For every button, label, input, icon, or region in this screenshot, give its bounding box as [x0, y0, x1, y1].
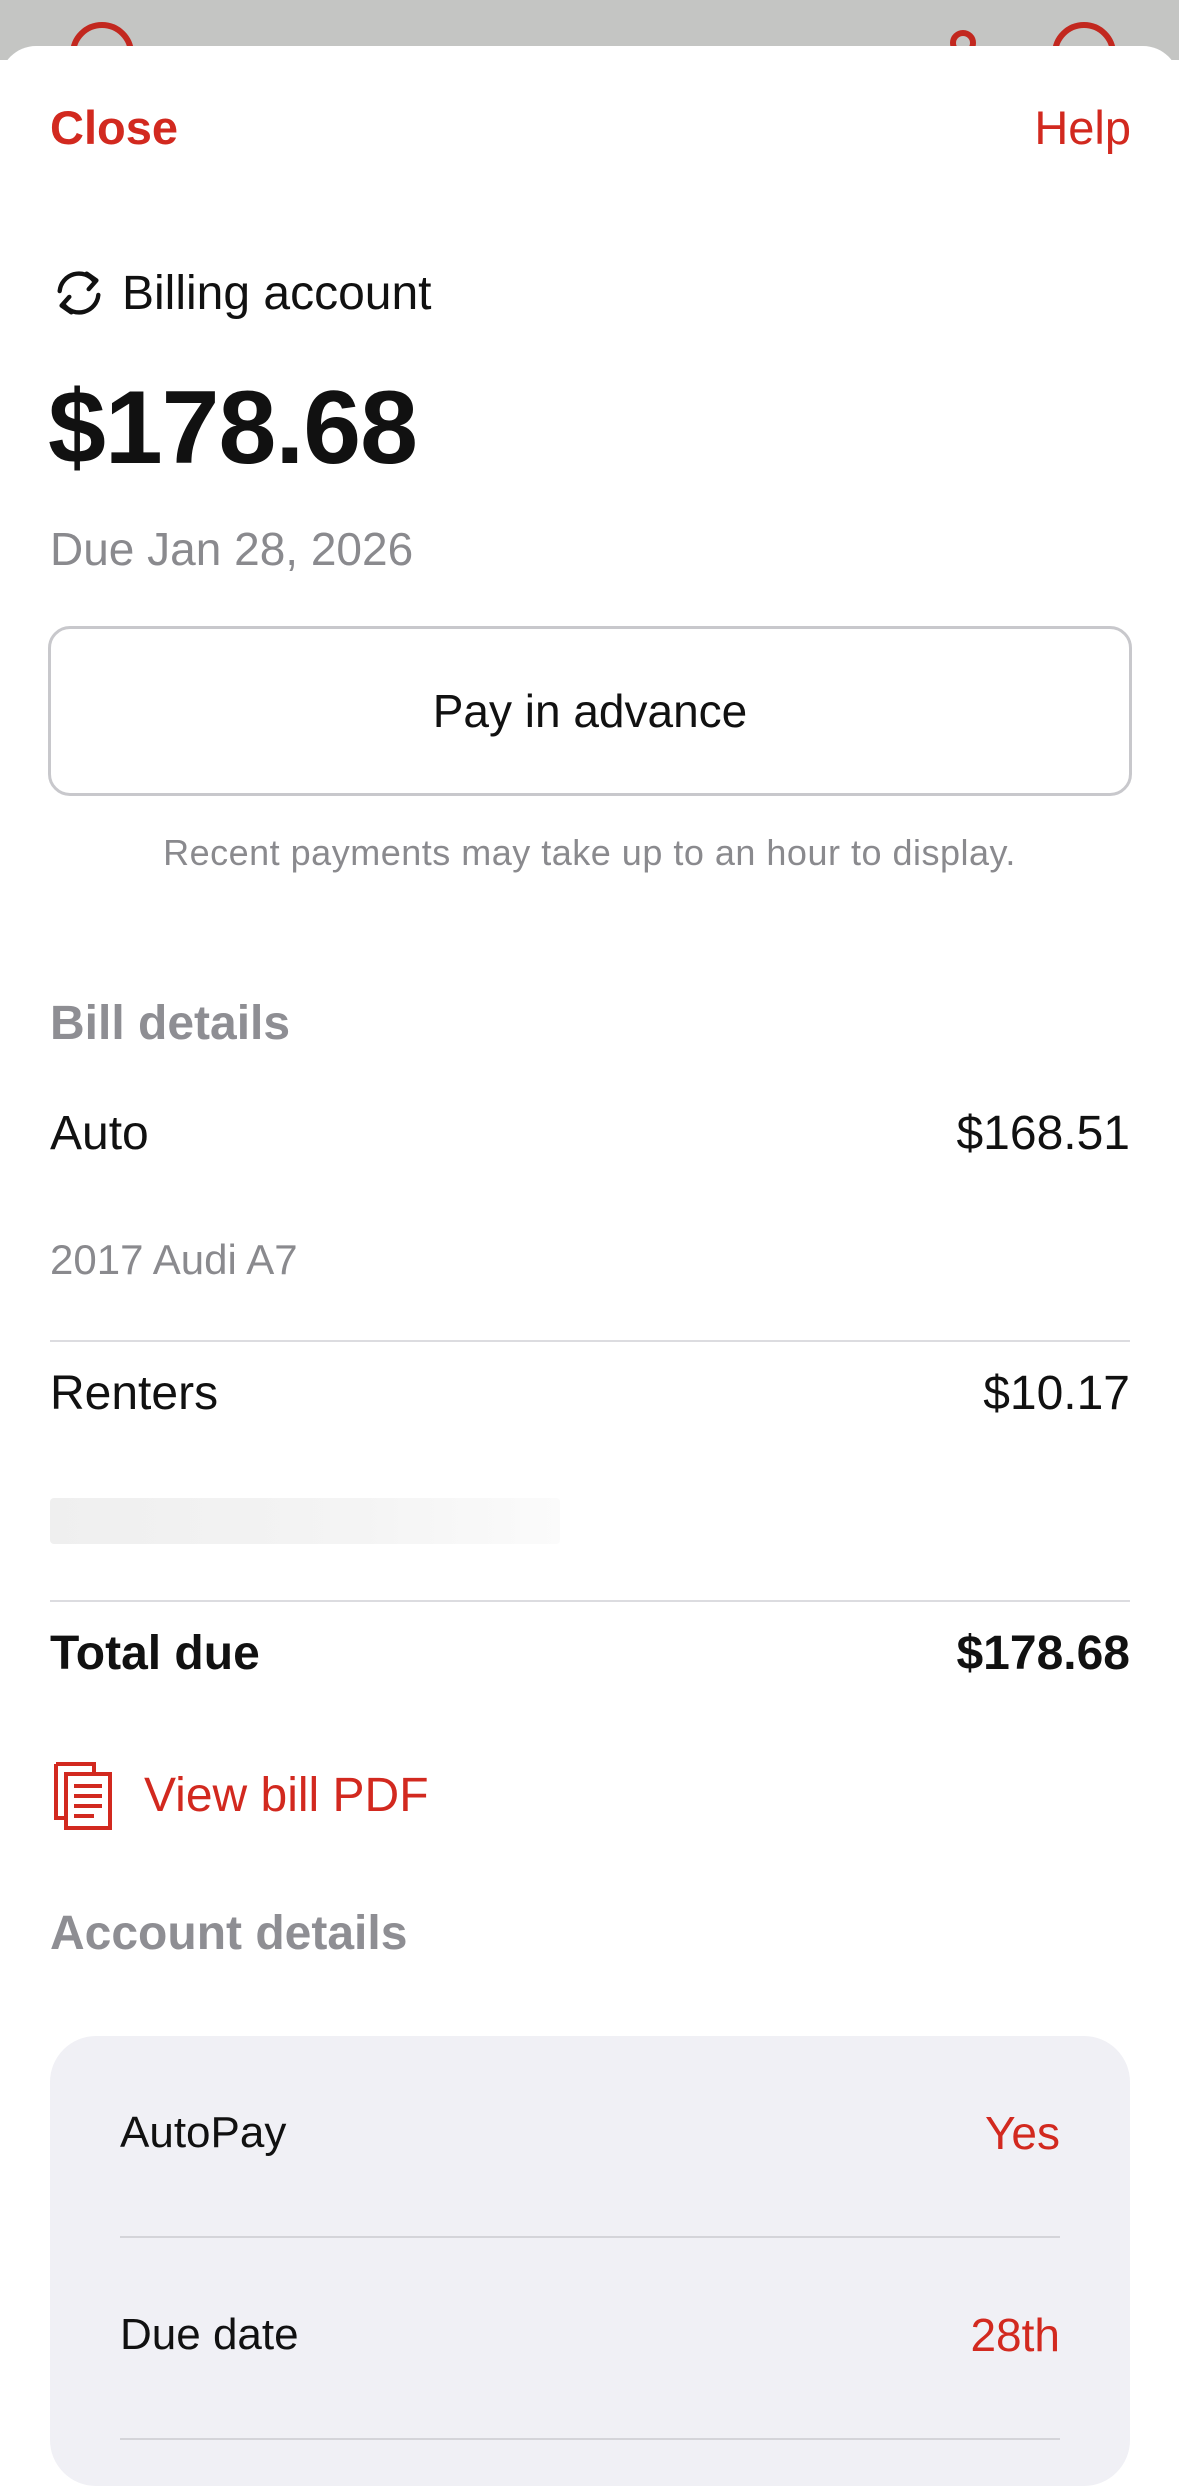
bill-details-heading: Bill details [50, 997, 291, 1050]
bill-line-label: Renters [50, 1367, 219, 1420]
total-due-row: Total due $178.68 [50, 1626, 1130, 1681]
divider [120, 2236, 1060, 2238]
vehicle-name: 2017 Audi A7 [50, 1236, 298, 1283]
autopay-label: AutoPay [120, 2108, 287, 2157]
billing-account-header: Billing account [50, 264, 432, 322]
total-due-label: Total due [50, 1627, 260, 1680]
pay-in-advance-button[interactable]: Pay in advance [48, 626, 1132, 796]
total-due-amount: $178.68 [956, 1627, 1130, 1680]
due-date-row[interactable]: Due date 28th [120, 2308, 1060, 2362]
account-details-card: AutoPay Yes Due date 28th [50, 2036, 1130, 2486]
bill-line-label: Auto [50, 1107, 149, 1160]
document-icon [54, 1762, 112, 1830]
due-date-label: Due date [120, 2310, 299, 2359]
divider [50, 1340, 1130, 1342]
view-bill-pdf-label: View bill PDF [144, 1768, 429, 1822]
bill-line-auto: Auto $168.51 [50, 1106, 1130, 1161]
bill-line-amount: $168.51 [956, 1107, 1130, 1160]
billing-sheet: Close Help Billing account $178.68 Due J… [0, 46, 1179, 2486]
divider [50, 1600, 1130, 1602]
divider [120, 2438, 1060, 2440]
balance-amount: $178.68 [48, 370, 418, 486]
autopay-row[interactable]: AutoPay Yes [120, 2106, 1060, 2160]
redacted-address [50, 1498, 560, 1544]
bill-line-amount: $10.17 [983, 1367, 1130, 1420]
close-button[interactable]: Close [50, 104, 178, 151]
billing-account-title: Billing account [122, 266, 432, 320]
due-date-text: Due Jan 28, 2026 [50, 523, 414, 575]
refresh-cycle-icon [57, 271, 101, 315]
account-details-heading: Account details [50, 1907, 408, 1960]
bill-line-renters: Renters $10.17 [50, 1366, 1130, 1421]
due-date-value: 28th [970, 2309, 1060, 2361]
autopay-value: Yes [984, 2107, 1060, 2159]
help-button[interactable]: Help [1034, 104, 1131, 151]
payment-delay-note: Recent payments may take up to an hour t… [163, 832, 1016, 873]
view-bill-pdf-link[interactable]: View bill PDF [50, 1758, 429, 1832]
